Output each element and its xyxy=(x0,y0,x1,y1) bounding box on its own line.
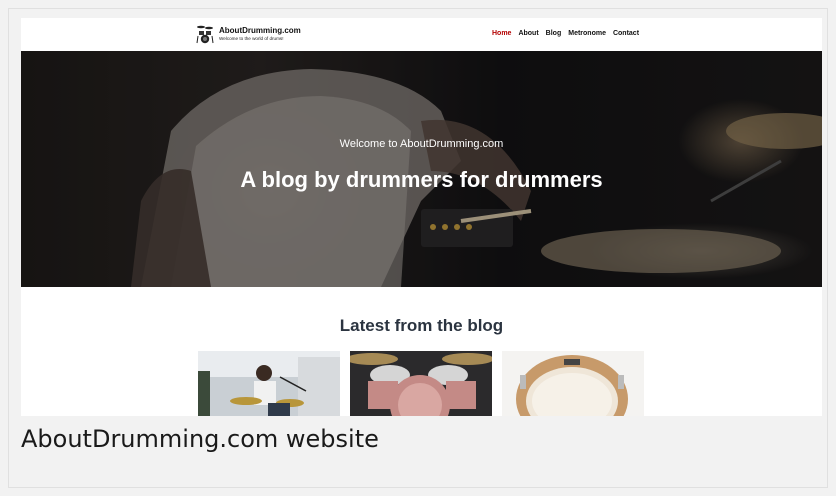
site-header: AboutDrumming.com Welcome to the world o… xyxy=(21,18,822,51)
hero-kicker: Welcome to AboutDrumming.com xyxy=(339,138,504,150)
site-tagline: Welcome to the world of drums! xyxy=(219,35,284,41)
blog-card[interactable] xyxy=(350,351,492,416)
nav-about[interactable]: About xyxy=(518,30,538,37)
blog-card[interactable] xyxy=(502,351,644,416)
drummer-performing-outdoors-photo xyxy=(198,351,340,416)
nav-blog[interactable]: Blog xyxy=(546,30,562,37)
website-screenshot: AboutDrumming.com Welcome to the world o… xyxy=(21,18,822,416)
pink-drum-kit-photo xyxy=(350,351,492,416)
site-title: AboutDrumming.com xyxy=(219,25,301,35)
blog-section-heading: Latest from the blog xyxy=(339,316,504,335)
hero-title: A blog by drummers for drummers xyxy=(240,167,603,192)
site-logo[interactable]: AboutDrumming.com Welcome to the world o… xyxy=(196,24,301,44)
main-nav: Home About Blog Metronome Contact xyxy=(492,30,639,37)
drum-kit-icon xyxy=(196,25,214,44)
snare-drum-photo xyxy=(502,351,644,416)
nav-home[interactable]: Home xyxy=(492,30,511,37)
hero-banner: Welcome to AboutDrumming.com A blog by d… xyxy=(21,51,822,287)
blog-card[interactable] xyxy=(198,351,340,416)
nav-contact[interactable]: Contact xyxy=(613,30,639,37)
screenshot-caption: AboutDrumming.com website xyxy=(21,425,379,453)
nav-metronome[interactable]: Metronome xyxy=(568,30,606,37)
blog-card-list xyxy=(198,351,644,416)
